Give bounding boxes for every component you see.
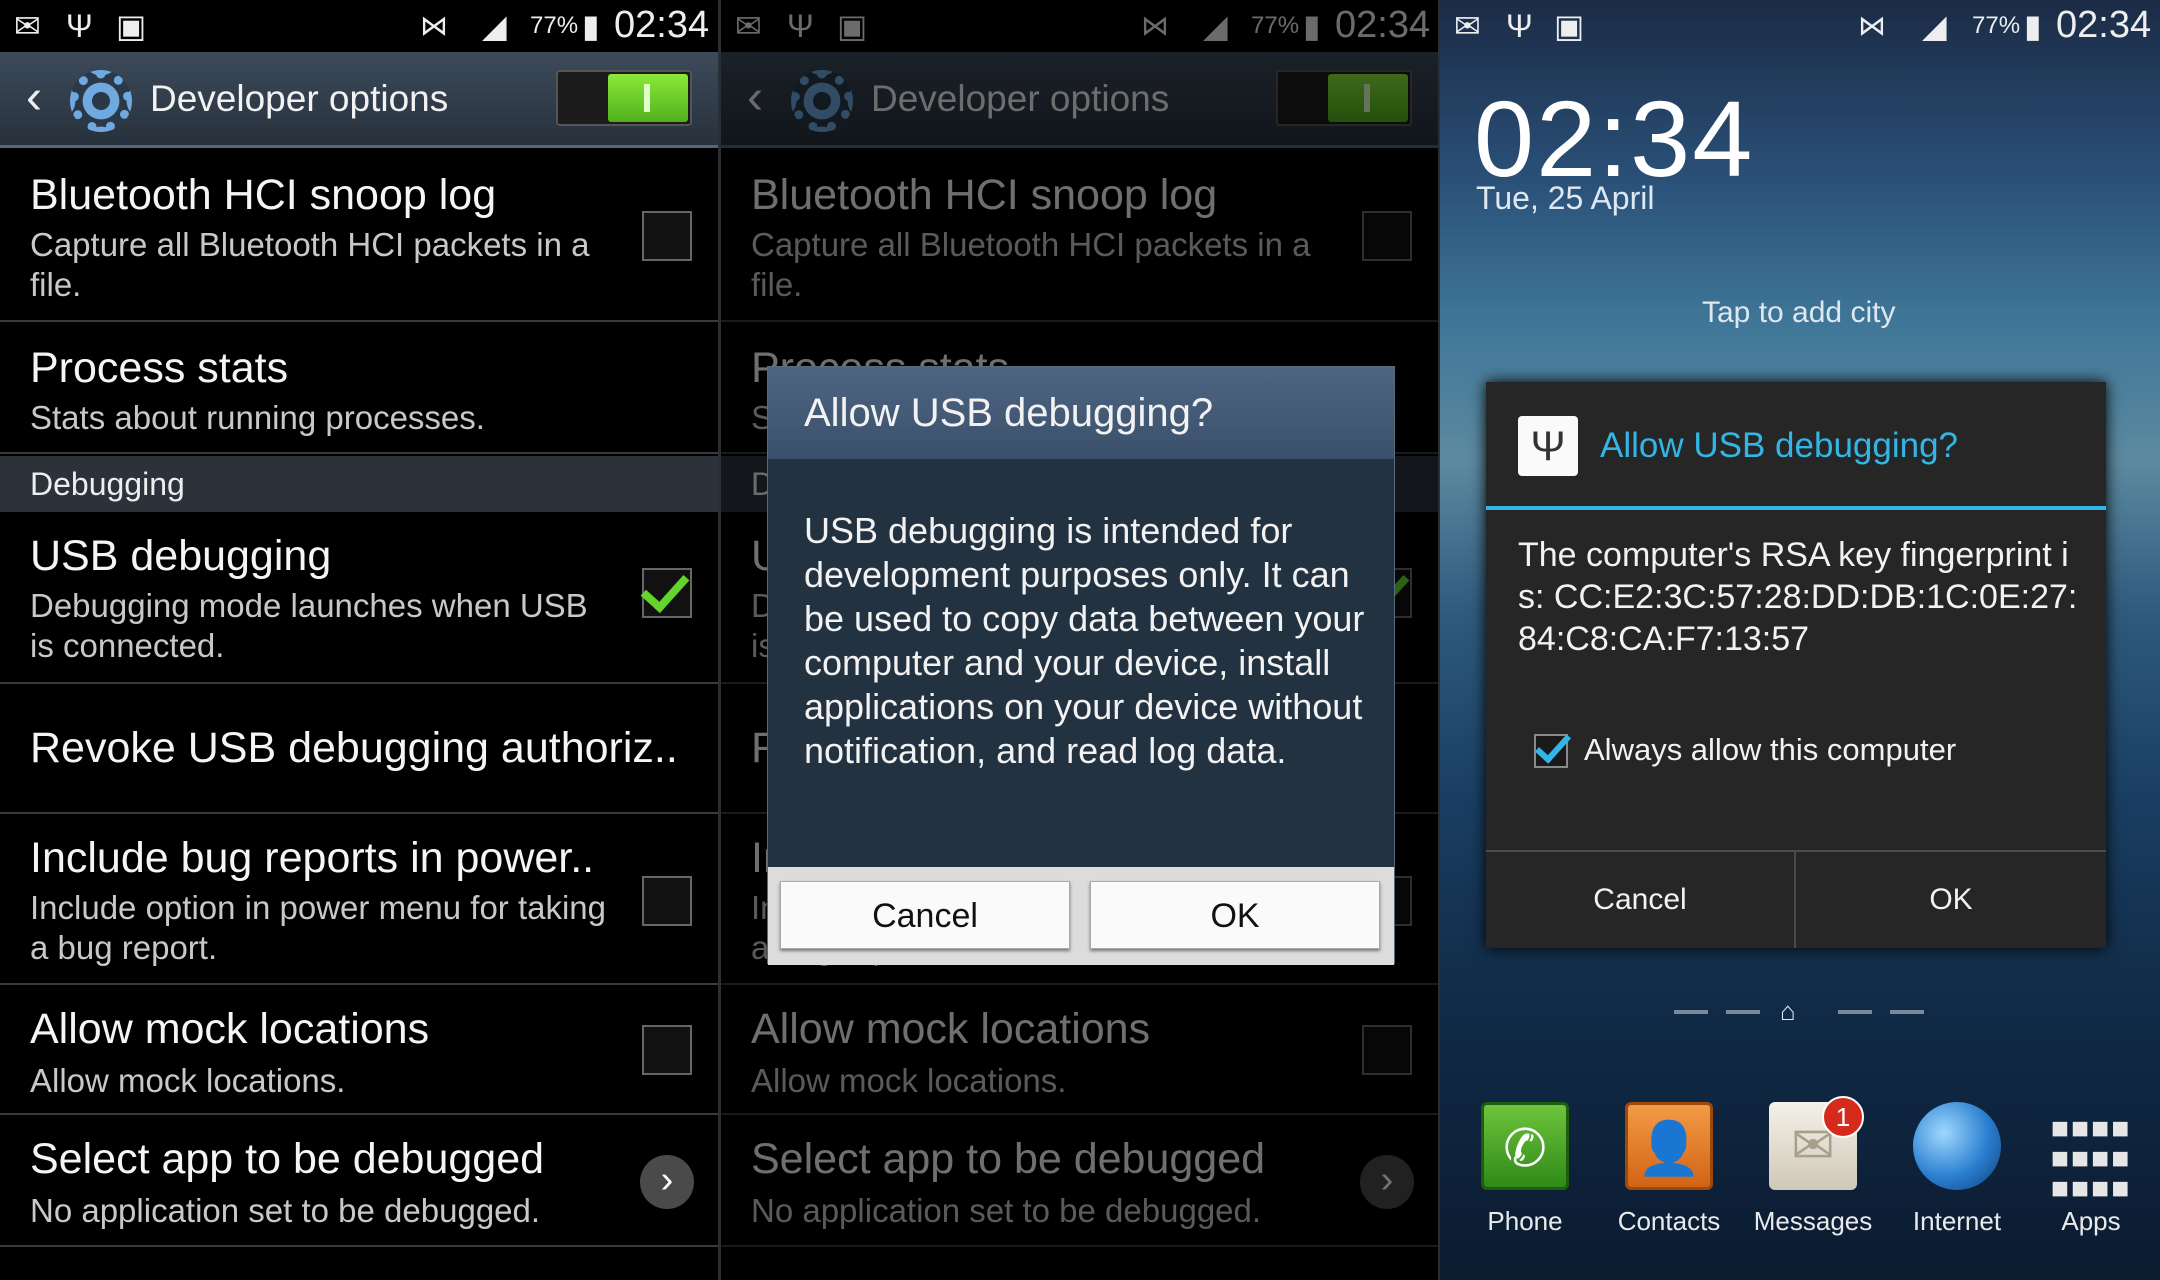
screenshot-icon: ▣ xyxy=(1554,8,1585,44)
always-allow-checkbox[interactable] xyxy=(1534,734,1568,768)
list-item-subtitle: Debugging mode launches when USB is conn… xyxy=(30,587,588,664)
list-item-subtitle: Allow mock locations. xyxy=(30,1062,346,1099)
usb-icon: Ψ xyxy=(66,8,93,44)
app-label: Messages xyxy=(1753,1206,1873,1236)
home-page-indicator: ⌂ xyxy=(1674,996,1944,1030)
home-icon: ⌂ xyxy=(1780,996,1796,1026)
dock-app-apps[interactable]: ■■■■ ■■■■ ■■■■ Apps xyxy=(2026,1102,2156,1237)
status-bar: ✉ Ψ ▣ ⋈ ◢ 77% ▮ 02:34 xyxy=(1440,0,2160,52)
list-item-subtitle: Capture all Bluetooth HCI packets in a f… xyxy=(30,226,590,303)
list-item-subtitle: Include option in power menu for taking … xyxy=(30,889,607,966)
chevron-right-icon[interactable]: › xyxy=(640,1155,694,1209)
list-item-select-debug-app[interactable]: Select app to be debugged No application… xyxy=(0,1115,718,1247)
list-item-process-stats[interactable]: Process stats Stats about running proces… xyxy=(0,322,718,454)
battery-percent: 77% xyxy=(530,12,579,39)
ok-button[interactable]: OK xyxy=(1796,852,2106,948)
gear-icon xyxy=(70,70,132,132)
messages-badge: 1 xyxy=(1822,1096,1864,1138)
list-item-subtitle: Stats about running processes. xyxy=(30,399,485,436)
dock-app-contacts[interactable]: 👤 Contacts xyxy=(1604,1102,1734,1237)
list-item-title: Bluetooth HCI snoop log xyxy=(30,171,497,219)
rsa-fingerprint-text: The computer's RSA key fingerprint is: C… xyxy=(1518,536,2078,658)
list-item-title: USB debugging xyxy=(30,532,332,580)
status-bar: ✉ Ψ ▣ ⋈ ◢ 77% ▮ 02:34 xyxy=(0,0,718,52)
list-item-title: Include bug reports in power.. xyxy=(30,834,595,882)
developer-options-screen: ✉ Ψ ▣ ⋈ ◢ 77% ▮ 02:34 ‹ Developer option… xyxy=(0,0,718,1280)
list-item-title: Process stats xyxy=(30,344,289,392)
app-label: Contacts xyxy=(1617,1206,1721,1236)
list-item-bug-reports[interactable]: Include bug reports in power.. Include o… xyxy=(0,814,718,985)
usb-icon: Ψ xyxy=(1518,416,1578,476)
developer-options-with-dialog: ✉ Ψ ▣ ⋈ ◢ 77% ▮ 02:34 ‹ Developer option… xyxy=(721,0,1438,1280)
usb-debugging-checkbox[interactable] xyxy=(642,568,692,618)
list-item-title: Revoke USB debugging authoriz.. xyxy=(30,724,678,772)
bluetooth-hci-checkbox[interactable] xyxy=(642,211,692,261)
dialog-button-bar: Cancel OK xyxy=(768,867,1394,965)
developer-options-toggle[interactable] xyxy=(556,70,692,126)
dock-app-phone[interactable]: ✆ Phone xyxy=(1460,1102,1590,1237)
action-bar: ‹ Developer options xyxy=(0,52,718,148)
dock-app-messages[interactable]: ✉ 1 Messages xyxy=(1748,1096,1878,1237)
mute-icon: ⋈ xyxy=(420,10,448,41)
signal-icon: ◢ xyxy=(482,8,507,44)
phone-icon: ✆ xyxy=(1481,1102,1569,1190)
section-header-debugging: Debugging xyxy=(0,456,718,512)
bug-reports-checkbox[interactable] xyxy=(642,876,692,926)
usb-icon: Ψ xyxy=(1506,8,1533,44)
globe-icon xyxy=(1913,1102,2001,1190)
page-dot xyxy=(1726,1010,1760,1014)
screenshot-icon: ▣ xyxy=(116,8,147,44)
app-label: Internet xyxy=(1912,1206,2002,1236)
email-icon: ✉ xyxy=(1454,8,1481,44)
list-item-title: Select app to be debugged xyxy=(30,1135,545,1183)
battery-icon: ▮ xyxy=(582,8,600,44)
list-item-usb-debugging[interactable]: USB debugging Debugging mode launches wh… xyxy=(0,512,718,684)
dialog-title: Allow USB debugging? xyxy=(1600,426,1959,465)
apps-grid-icon: ■■■■ ■■■■ ■■■■ xyxy=(2050,1112,2132,1205)
app-label: Apps xyxy=(2061,1206,2121,1236)
list-item-title: Allow mock locations xyxy=(30,1005,430,1053)
home-screen-rsa-dialog: ✉ Ψ ▣ ⋈ ◢ 77% ▮ 02:34 02:34 Tue, 25 Apri… xyxy=(1440,0,2160,1280)
list-item-bluetooth-hci[interactable]: Bluetooth HCI snoop log Capture all Blue… xyxy=(0,151,718,322)
rsa-fingerprint-dialog: Ψ Allow USB debugging? The computer's RS… xyxy=(1486,382,2106,948)
page-dot xyxy=(1674,1010,1708,1014)
always-allow-label[interactable]: Always allow this computer xyxy=(1584,732,1956,768)
dock-app-internet[interactable]: Internet xyxy=(1892,1102,2022,1237)
toggle-knob xyxy=(608,74,688,122)
app-dock: ✆ Phone 👤 Contacts ✉ 1 Messages Internet… xyxy=(1440,1092,2160,1280)
back-arrow-icon[interactable]: ‹ xyxy=(26,70,42,126)
ok-button[interactable]: OK xyxy=(1090,881,1380,949)
contacts-icon: 👤 xyxy=(1625,1102,1713,1190)
list-item-revoke-usb[interactable]: Revoke USB debugging authoriz.. xyxy=(0,684,718,814)
clock: 02:34 xyxy=(2056,4,2152,46)
cancel-button[interactable]: Cancel xyxy=(780,881,1070,949)
dialog-title: Allow USB debugging? xyxy=(768,367,1394,459)
lockscreen-date: Tue, 25 April xyxy=(1476,180,1655,216)
mock-locations-checkbox[interactable] xyxy=(642,1025,692,1075)
cancel-button[interactable]: Cancel xyxy=(1486,852,1796,948)
battery-icon: ▮ xyxy=(2024,8,2042,44)
dialog-header: Ψ Allow USB debugging? xyxy=(1486,382,2106,510)
dialog-message: USB debugging is intended for developmen… xyxy=(804,510,1365,771)
clock: 02:34 xyxy=(614,4,710,46)
list-item-mock-locations[interactable]: Allow mock locations Allow mock location… xyxy=(0,985,718,1115)
signal-icon: ◢ xyxy=(1922,8,1947,44)
usb-debugging-dialog: Allow USB debugging? USB debugging is in… xyxy=(767,366,1395,965)
page-dot xyxy=(1890,1010,1924,1014)
screenshot-composite: ✉ Ψ ▣ ⋈ ◢ 77% ▮ 02:34 ‹ Developer option… xyxy=(0,0,2160,1280)
weather-city-hint[interactable]: Tap to add city xyxy=(1702,296,1895,330)
mute-icon: ⋈ xyxy=(1858,10,1886,41)
list-item-subtitle: No application set to be debugged. xyxy=(30,1192,541,1229)
page-title: Developer options xyxy=(150,78,449,119)
battery-percent: 77% xyxy=(1972,12,2021,39)
app-label: Phone xyxy=(1487,1206,1563,1236)
dialog-button-bar: Cancel OK xyxy=(1486,850,2106,948)
email-icon: ✉ xyxy=(14,8,41,44)
page-dot xyxy=(1838,1010,1872,1014)
